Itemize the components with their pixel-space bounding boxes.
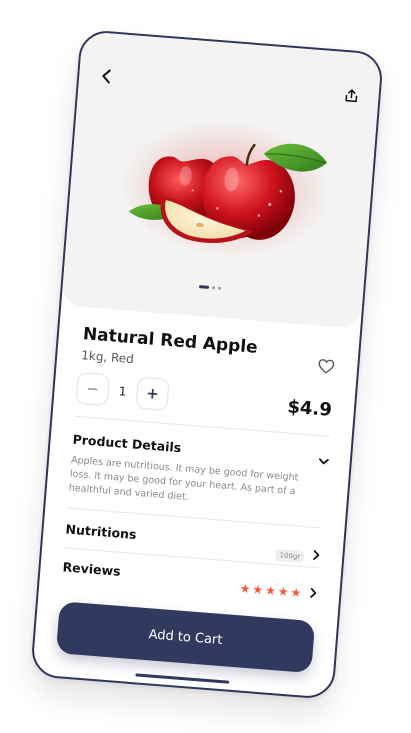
- star-icon: ★: [264, 583, 277, 599]
- nutrition-badge: 100gr: [275, 548, 305, 564]
- phone-frame: Natural Red Apple 1kg, Red 1 $4.9 Produc…: [30, 29, 384, 700]
- increase-quantity-button[interactable]: [135, 376, 170, 412]
- nutritions-title[interactable]: Nutritions: [65, 521, 137, 542]
- back-button[interactable]: [97, 67, 116, 86]
- reviews-title[interactable]: Reviews: [62, 559, 121, 579]
- stage: Natural Red Apple 1kg, Red 1 $4.9 Produc…: [0, 0, 411, 733]
- product-subtitle: 1kg, Red: [80, 348, 135, 367]
- star-icon: ★: [239, 581, 251, 597]
- back-chevron-icon: [102, 69, 111, 84]
- decrease-quantity-button[interactable]: [75, 371, 110, 407]
- home-indicator[interactable]: [135, 673, 230, 684]
- plus-icon: [147, 388, 158, 399]
- carousel-dot-active[interactable]: [198, 285, 210, 289]
- product-price: $4.9: [286, 396, 333, 421]
- minus-icon: [87, 387, 98, 391]
- share-icon: [345, 89, 358, 103]
- star-icon: ★: [277, 584, 290, 600]
- share-button[interactable]: [342, 86, 361, 105]
- quantity-stepper: 1: [75, 371, 170, 412]
- product-details-text: Apples are nutritious. It may be good fo…: [68, 454, 299, 503]
- star-icon: ★: [290, 585, 302, 601]
- product-image: [121, 120, 331, 258]
- carousel-dot[interactable]: [211, 286, 216, 290]
- add-to-cart-button[interactable]: Add to Cart: [55, 601, 316, 674]
- product-hero: [61, 31, 382, 329]
- divider: [74, 415, 330, 437]
- chevron-down-icon[interactable]: [317, 455, 330, 468]
- carousel-dot[interactable]: [217, 286, 222, 290]
- star-icon: ★: [251, 582, 264, 598]
- rating-stars: ★ ★ ★ ★ ★: [239, 581, 302, 601]
- product-details-title[interactable]: Product Details: [72, 432, 182, 455]
- quantity-value: 1: [118, 384, 127, 399]
- heart-icon[interactable]: [317, 357, 336, 376]
- chevron-right-icon[interactable]: [310, 549, 323, 562]
- chevron-right-icon[interactable]: [307, 587, 320, 600]
- carousel-indicator[interactable]: [198, 285, 222, 290]
